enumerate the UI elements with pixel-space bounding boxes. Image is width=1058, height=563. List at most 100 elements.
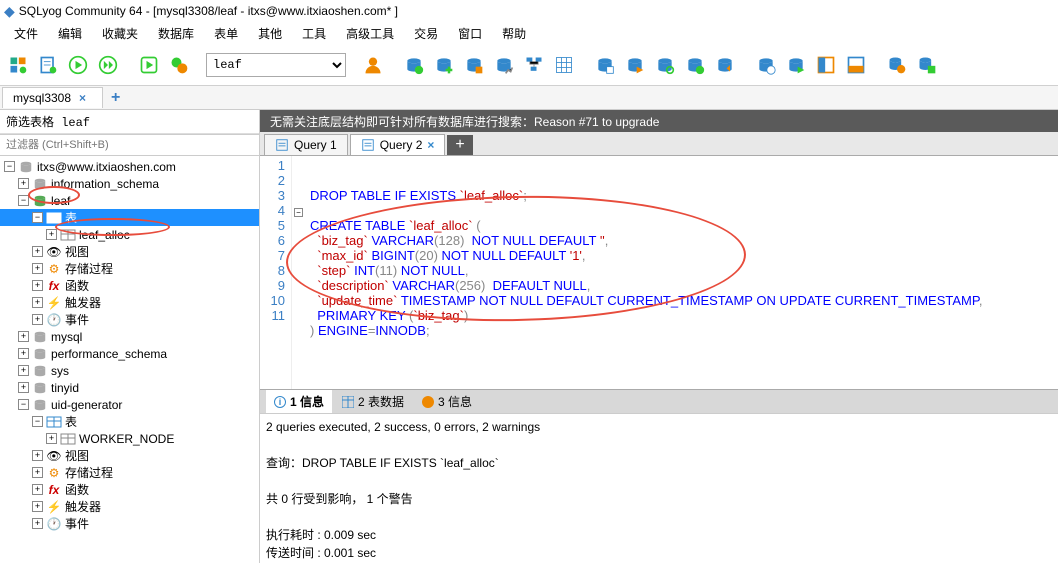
menu-table[interactable]: 表单: [204, 23, 248, 44]
tree-table-leaf-alloc[interactable]: +leaf_alloc: [0, 226, 259, 243]
menu-tools[interactable]: 工具: [292, 23, 336, 44]
tree-events-folder[interactable]: +🕐事件: [0, 311, 259, 328]
tree-triggers-folder-uid[interactable]: +⚡触发器: [0, 498, 259, 515]
expand-icon[interactable]: +: [32, 467, 43, 478]
expand-icon[interactable]: +: [18, 382, 29, 393]
connection-tab-mysql3308[interactable]: mysql3308 ×: [2, 87, 103, 108]
menu-edit[interactable]: 编辑: [48, 23, 92, 44]
db-copy-button[interactable]: [591, 51, 619, 79]
db-schedule-button[interactable]: [752, 51, 780, 79]
tree-triggers-folder[interactable]: +⚡触发器: [0, 294, 259, 311]
expand-icon[interactable]: +: [18, 365, 29, 376]
db-sync-button[interactable]: [651, 51, 679, 79]
tree-funcs-folder-uid[interactable]: +fx函数: [0, 481, 259, 498]
expand-icon[interactable]: +: [46, 229, 57, 240]
tree-root[interactable]: −itxs@www.itxiaoshen.com: [0, 158, 259, 175]
menu-bar: 文件 编辑 收藏夹 数据库 表单 其他 工具 高级工具 交易 窗口 帮助: [0, 22, 1058, 44]
menu-help[interactable]: 帮助: [492, 23, 536, 44]
fold-icon[interactable]: −: [294, 208, 303, 217]
tree-procs-folder-uid[interactable]: +⚙存储过程: [0, 464, 259, 481]
expand-icon[interactable]: −: [18, 399, 29, 410]
new-connection-button[interactable]: [4, 51, 32, 79]
tree-funcs-folder[interactable]: +fx函数: [0, 277, 259, 294]
menu-transaction[interactable]: 交易: [404, 23, 448, 44]
expand-icon[interactable]: +: [18, 348, 29, 359]
db-add-button[interactable]: [430, 51, 458, 79]
result-tab-info1[interactable]: i1 信息: [266, 390, 332, 413]
db-export-button[interactable]: [621, 51, 649, 79]
add-query-tab-button[interactable]: +: [447, 135, 472, 155]
tab-query-1[interactable]: Query 1: [264, 134, 348, 155]
expand-icon[interactable]: +: [32, 280, 43, 291]
menu-window[interactable]: 窗口: [448, 23, 492, 44]
expand-icon[interactable]: −: [18, 195, 29, 206]
expand-icon[interactable]: −: [32, 212, 43, 223]
close-icon[interactable]: ×: [427, 138, 434, 152]
tree-db-uid-generator[interactable]: −uid-generator: [0, 396, 259, 413]
expand-icon[interactable]: +: [32, 518, 43, 529]
menu-file[interactable]: 文件: [4, 23, 48, 44]
filter-input[interactable]: [0, 134, 259, 156]
expand-icon[interactable]: +: [32, 314, 43, 325]
menu-database[interactable]: 数据库: [148, 23, 204, 44]
expand-icon[interactable]: +: [32, 246, 43, 257]
tree-db-tinyid[interactable]: +tinyid: [0, 379, 259, 396]
tree-db-sys[interactable]: +sys: [0, 362, 259, 379]
format-button[interactable]: [165, 51, 193, 79]
result-tab-tabledata[interactable]: 2 表数据: [334, 390, 412, 413]
expand-icon[interactable]: +: [32, 450, 43, 461]
close-icon[interactable]: ×: [79, 91, 86, 105]
tree-tables-folder-uid[interactable]: −表: [0, 413, 259, 430]
execute-all-button[interactable]: [94, 51, 122, 79]
tree-tables-folder[interactable]: −表: [0, 209, 259, 226]
tree-procs-folder[interactable]: +⚙存储过程: [0, 260, 259, 277]
user-button[interactable]: [359, 51, 387, 79]
expand-icon[interactable]: +: [32, 484, 43, 495]
tree-views-folder[interactable]: +👁视图: [0, 243, 259, 260]
tree-table-worker-node[interactable]: +WORKER_NODE: [0, 430, 259, 447]
tree-db-information-schema[interactable]: +information_schema: [0, 175, 259, 192]
menu-favorites[interactable]: 收藏夹: [92, 23, 148, 44]
tab-query-2[interactable]: Query 2×: [350, 134, 446, 155]
table-icon: [60, 432, 76, 446]
tree-db-leaf[interactable]: −leaf: [0, 192, 259, 209]
expand-icon[interactable]: −: [4, 161, 15, 172]
result-tab-info3[interactable]: 3 信息: [414, 390, 480, 413]
menu-advanced[interactable]: 高级工具: [336, 23, 404, 44]
expand-icon[interactable]: +: [18, 331, 29, 342]
execute-button[interactable]: [64, 51, 92, 79]
layout1-button[interactable]: [812, 51, 840, 79]
tree-events-folder-uid[interactable]: +🕐事件: [0, 515, 259, 532]
db-script-button[interactable]: [782, 51, 810, 79]
execute-current-button[interactable]: [135, 51, 163, 79]
db-relation-button[interactable]: [520, 51, 548, 79]
database-select[interactable]: leaf: [206, 53, 346, 77]
db-chart-button[interactable]: [490, 51, 518, 79]
menu-other[interactable]: 其他: [248, 23, 292, 44]
toolbar: leaf: [0, 44, 1058, 86]
upgrade-banner[interactable]: 无需关注底层结构即可针对所有数据库进行搜索：Reason #71 to upgr…: [260, 110, 1058, 132]
db-tool2-button[interactable]: [913, 51, 941, 79]
db-tool1-button[interactable]: [883, 51, 911, 79]
expand-icon[interactable]: +: [46, 433, 57, 444]
sql-editor[interactable]: 1234567891011 − DROP TABLE IF EXISTS `le…: [260, 156, 1058, 389]
new-query-button[interactable]: [34, 51, 62, 79]
db-backup-button[interactable]: [711, 51, 739, 79]
warning-icon: [422, 396, 434, 408]
expand-icon[interactable]: +: [32, 297, 43, 308]
expand-icon[interactable]: +: [32, 501, 43, 512]
trigger-icon: ⚡: [46, 500, 62, 514]
code-area[interactable]: DROP TABLE IF EXISTS `leaf_alloc`; CREAT…: [306, 156, 986, 389]
add-connection-button[interactable]: +: [103, 89, 128, 107]
layout2-button[interactable]: [842, 51, 870, 79]
expand-icon[interactable]: −: [32, 416, 43, 427]
tree-db-performance-schema[interactable]: +performance_schema: [0, 345, 259, 362]
db-refresh-button[interactable]: [400, 51, 428, 79]
expand-icon[interactable]: +: [18, 178, 29, 189]
tree-db-mysql[interactable]: +mysql: [0, 328, 259, 345]
expand-icon[interactable]: +: [32, 263, 43, 274]
db-import-button[interactable]: [681, 51, 709, 79]
tree-views-folder-uid[interactable]: +👁视图: [0, 447, 259, 464]
db-grid-button[interactable]: [550, 51, 578, 79]
db-table-button[interactable]: [460, 51, 488, 79]
